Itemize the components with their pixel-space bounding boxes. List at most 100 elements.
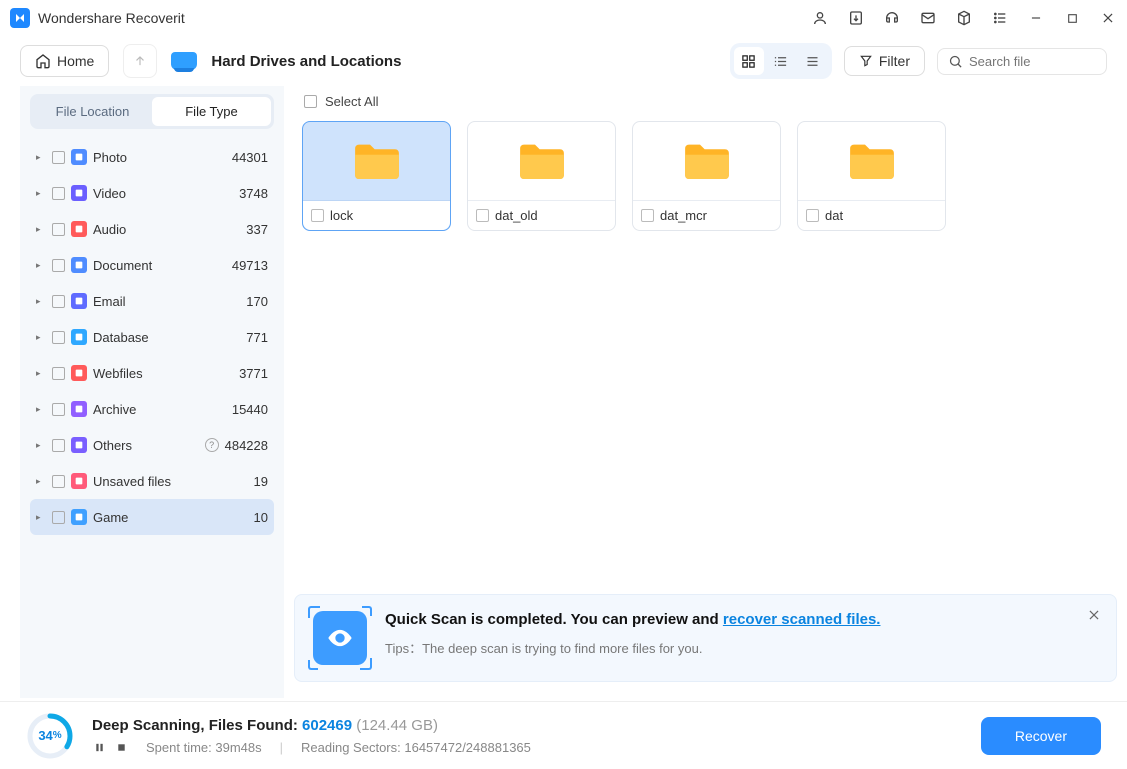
support-icon[interactable] <box>883 9 901 27</box>
category-document[interactable]: ▸Document49713 <box>30 247 274 283</box>
view-list-button[interactable] <box>798 47 828 75</box>
category-label: Database <box>93 330 240 345</box>
category-label: Archive <box>93 402 226 417</box>
chevron-right-icon: ▸ <box>36 332 46 343</box>
export-icon[interactable] <box>847 9 865 27</box>
filter-button[interactable]: Filter <box>844 46 925 76</box>
category-checkbox[interactable] <box>52 439 65 452</box>
folder-name: lock <box>330 208 353 223</box>
select-all-row[interactable]: Select All <box>304 94 1109 109</box>
category-email[interactable]: ▸Email170 <box>30 283 274 319</box>
category-archive[interactable]: ▸Archive15440 <box>30 391 274 427</box>
category-game[interactable]: ▸Game10 <box>30 499 274 535</box>
help-icon[interactable]: ? <box>205 438 219 452</box>
titlebar: Wondershare Recoverit <box>0 0 1127 36</box>
view-details-button[interactable] <box>766 47 796 75</box>
drive-icon <box>171 52 197 70</box>
search-input[interactable] <box>969 54 1089 69</box>
reading-sectors: Reading Sectors: 16457472/248881365 <box>301 740 531 755</box>
content: Select All lock dat_old dat_mcr dat Quick S… <box>284 86 1127 698</box>
cube-icon[interactable] <box>955 9 973 27</box>
category-checkbox[interactable] <box>52 223 65 236</box>
folder-name: dat_old <box>495 208 538 223</box>
category-database[interactable]: ▸ Database 771 <box>30 319 274 355</box>
category-checkbox[interactable] <box>52 367 65 380</box>
category-checkbox[interactable] <box>52 475 65 488</box>
close-icon <box>1087 608 1101 622</box>
folder-name: dat_mcr <box>660 208 707 223</box>
notice-title: Quick Scan is completed. You can preview… <box>385 611 1098 628</box>
category-checkbox[interactable] <box>52 511 65 524</box>
folder-checkbox[interactable] <box>806 209 819 222</box>
notice-close-button[interactable] <box>1084 605 1104 625</box>
category-count: 771 <box>246 330 268 345</box>
category-checkbox[interactable] <box>52 403 65 416</box>
sidebar-tabs: File Location File Type <box>30 94 274 129</box>
category-label: Unsaved files <box>93 474 248 489</box>
arrow-up-icon <box>133 54 147 68</box>
mail-icon[interactable] <box>919 9 937 27</box>
category-checkbox[interactable] <box>52 151 65 164</box>
category-checkbox[interactable] <box>52 331 65 344</box>
category-count: 44301 <box>232 150 268 165</box>
folder-card[interactable]: dat_mcr <box>632 121 781 231</box>
category-photo[interactable]: ▸Photo44301 <box>30 139 274 175</box>
category-label: Audio <box>93 222 240 237</box>
category-icon <box>71 437 87 453</box>
category-label: Game <box>93 510 248 525</box>
category-checkbox[interactable] <box>52 187 65 200</box>
close-icon[interactable] <box>1099 9 1117 27</box>
account-icon[interactable] <box>811 9 829 27</box>
toolbar: Home Hard Drives and Locations Filter <box>0 36 1127 86</box>
category-webfiles[interactable]: ▸Webfiles3771 <box>30 355 274 391</box>
category-list: ▸ Photo 44301 ▸ Video 3748 ▸ Audio 337 ▸Document4… <box>30 139 274 535</box>
category-audio[interactable]: ▸Audio337 <box>30 211 274 247</box>
folder-card[interactable]: dat <box>797 121 946 231</box>
menu-icon[interactable] <box>991 9 1009 27</box>
category-label: Photo <box>93 150 226 165</box>
category-count: 15440 <box>232 402 268 417</box>
category-unsaved-files[interactable]: ▸Unsaved files19 <box>30 463 274 499</box>
category-count: 3748 <box>239 186 268 201</box>
total-size: (124.44 GB) <box>356 717 438 734</box>
stop-button[interactable] <box>114 740 128 754</box>
folder-card[interactable]: lock <box>302 121 451 231</box>
recover-button[interactable]: Recover <box>981 717 1101 755</box>
view-grid-button[interactable] <box>734 47 764 75</box>
pause-button[interactable] <box>92 740 106 754</box>
category-count: 337 <box>246 222 268 237</box>
category-checkbox[interactable] <box>52 259 65 272</box>
filter-label: Filter <box>879 53 910 69</box>
search-box[interactable] <box>937 48 1107 75</box>
recover-files-link[interactable]: recover scanned files. <box>723 611 881 628</box>
chevron-right-icon: ▸ <box>36 368 46 379</box>
tab-file-type[interactable]: File Type <box>152 97 271 126</box>
folder-icon <box>468 122 615 200</box>
view-switcher <box>730 43 832 79</box>
select-all-checkbox[interactable] <box>304 95 317 108</box>
notice-tips: Tips：The deep scan is trying to find mor… <box>385 638 1098 657</box>
tab-file-location[interactable]: File Location <box>33 97 152 126</box>
footer: 34% Deep Scanning, Files Found: 602469 (… <box>0 701 1127 769</box>
folder-checkbox[interactable] <box>476 209 489 222</box>
chevron-right-icon: ▸ <box>36 476 46 487</box>
category-video[interactable]: ▸Video3748 <box>30 175 274 211</box>
maximize-icon[interactable] <box>1063 9 1081 27</box>
folder-grid: lock dat_old dat_mcr dat <box>302 121 1109 231</box>
category-others[interactable]: ▸Others?484228 <box>30 427 274 463</box>
folder-icon <box>303 122 450 200</box>
progress-ring: 34% <box>26 712 74 760</box>
progress-percent: 34% <box>26 712 74 760</box>
category-checkbox[interactable] <box>52 295 65 308</box>
category-count: 49713 <box>232 258 268 273</box>
category-label: Video <box>93 186 233 201</box>
sidebar: File Location File Type ▸ Photo 44301 ▸ Vide… <box>20 86 284 698</box>
category-icon <box>71 401 87 417</box>
up-button[interactable] <box>123 44 157 78</box>
home-button[interactable]: Home <box>20 45 109 77</box>
minimize-icon[interactable] <box>1027 9 1045 27</box>
folder-card[interactable]: dat_old <box>467 121 616 231</box>
folder-checkbox[interactable] <box>641 209 654 222</box>
chevron-right-icon: ▸ <box>36 440 46 451</box>
folder-checkbox[interactable] <box>311 209 324 222</box>
